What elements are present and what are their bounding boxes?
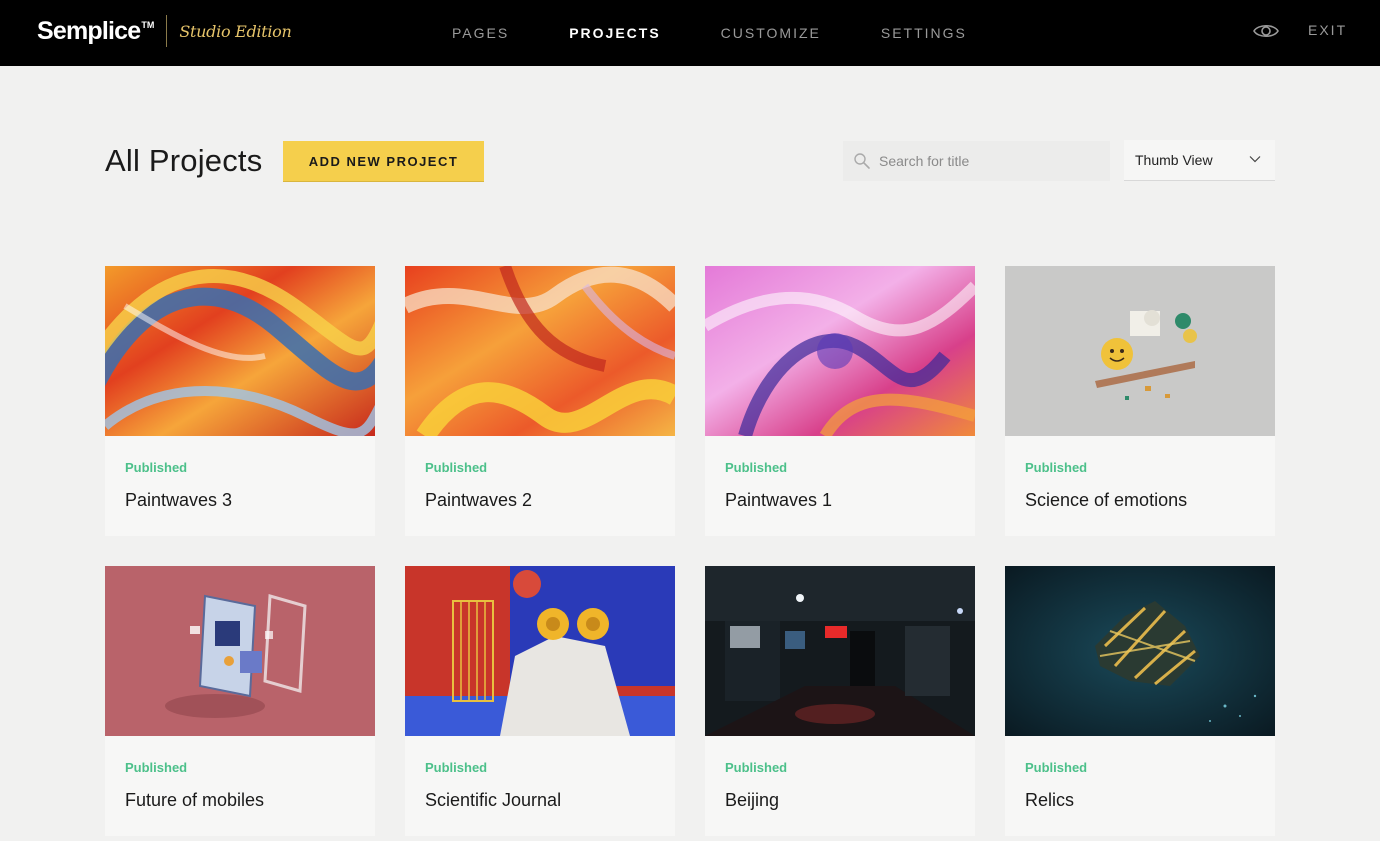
project-card[interactable]: Published Paintwaves 1 [705,266,975,536]
project-card[interactable]: Published Paintwaves 3 [105,266,375,536]
status-badge: Published [125,460,188,475]
brand-logo[interactable]: Semplice TM Studio Edition [37,14,292,48]
project-thumbnail [1005,566,1275,736]
chevron-down-icon [1249,156,1261,163]
brand-edition: Studio Edition [179,21,292,41]
top-navigation-bar: Semplice TM Studio Edition PAGES PROJECT… [0,0,1380,66]
project-card[interactable]: Published Relics [1005,566,1275,836]
status-badge: Published [725,760,788,775]
project-card[interactable]: Published Beijing [705,566,975,836]
project-thumbnail [105,266,375,436]
add-new-project-button[interactable]: ADD NEW PROJECT [283,141,484,181]
search-box[interactable] [843,141,1110,181]
nav-item-settings[interactable]: SETTINGS [881,25,967,41]
brand-trademark: TM [141,20,155,30]
status-badge: Published [1025,460,1088,475]
nav-item-pages[interactable]: PAGES [452,25,509,41]
search-icon [854,153,870,169]
project-title: Relics [1025,790,1075,810]
project-title: Scientific Journal [425,790,562,810]
project-thumbnail [405,266,675,436]
main-nav: PAGES PROJECTS CUSTOMIZE SETTINGS [452,0,1027,66]
project-thumbnail [705,566,975,736]
search-input[interactable] [879,153,1099,169]
brand-divider [166,15,168,47]
status-badge: Published [425,460,488,475]
status-badge: Published [1025,760,1088,775]
project-title: Paintwaves 1 [725,490,833,510]
view-mode-select[interactable]: Thumb View [1124,140,1275,181]
status-badge: Published [425,760,488,775]
exit-button[interactable]: EXIT [1308,22,1347,38]
status-badge: Published [725,460,788,475]
brand-name: Semplice [37,16,141,45]
view-mode-selected: Thumb View [1135,152,1213,168]
project-thumbnail [105,566,375,736]
project-title: Beijing [725,790,780,810]
project-title: Future of mobiles [125,790,265,810]
project-title: Paintwaves 3 [125,490,233,510]
eye-icon[interactable] [1253,21,1279,41]
project-card[interactable]: Published Future of mobiles [105,566,375,836]
nav-item-customize[interactable]: CUSTOMIZE [721,25,821,41]
page-title: All Projects [105,143,263,178]
project-title: Paintwaves 2 [425,490,533,510]
status-badge: Published [125,760,188,775]
project-title: Science of emotions [1025,490,1188,510]
project-thumbnail [1005,266,1275,436]
nav-item-projects[interactable]: PROJECTS [569,25,660,41]
project-thumbnail [405,566,675,736]
project-card[interactable]: Published Scientific Journal [405,566,675,836]
project-card[interactable]: Published Science of emotions [1005,266,1275,536]
project-card[interactable]: Published Paintwaves 2 [405,266,675,536]
project-thumbnail [705,266,975,436]
